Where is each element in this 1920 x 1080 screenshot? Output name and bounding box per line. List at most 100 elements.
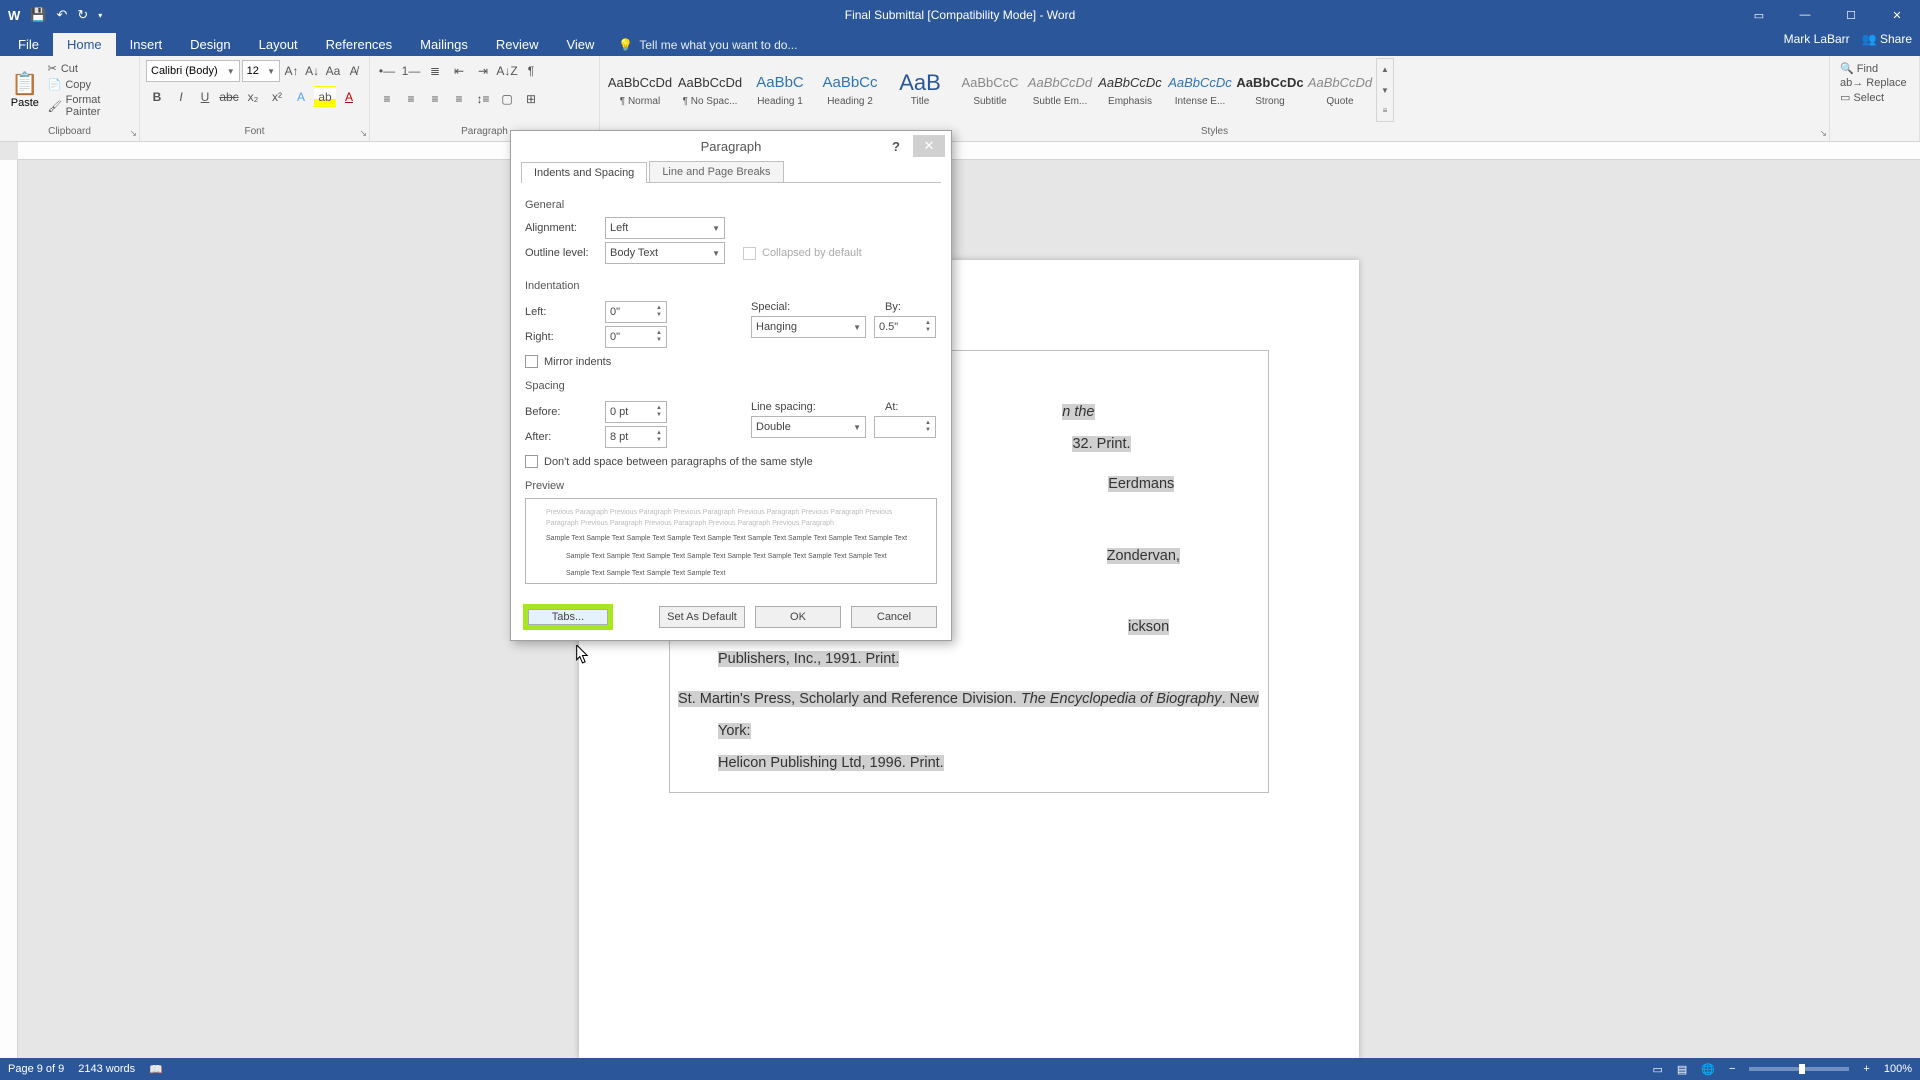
gallery-expand-icon[interactable]: ≡ — [1377, 100, 1393, 121]
tab-insert[interactable]: Insert — [116, 33, 177, 56]
spin-down-icon[interactable]: ▼ — [656, 312, 662, 319]
tabs-button[interactable]: Tabs... — [525, 606, 611, 628]
tab-file[interactable]: File — [4, 33, 53, 56]
maximize-button[interactable]: ☐ — [1828, 0, 1874, 30]
dialog-close-button[interactable]: ✕ — [913, 135, 945, 157]
alignment-select[interactable]: Left▼ — [605, 217, 725, 239]
copy-button[interactable]: 📄Copy — [48, 78, 133, 91]
cancel-button[interactable]: Cancel — [851, 606, 937, 628]
at-input[interactable]: ▲▼ — [874, 416, 936, 438]
styles-launcher-icon[interactable]: ↘ — [1819, 128, 1827, 139]
tab-home[interactable]: Home — [53, 33, 116, 56]
spin-down-icon[interactable]: ▼ — [656, 337, 662, 344]
style-no-spacing[interactable]: AaBbCcDd¶ No Spac... — [676, 58, 744, 118]
page-scroll[interactable]: Bibliogr xxxxxxxxxxxxxxxxxxxxxxxxxxxxxxx… — [18, 160, 1920, 1058]
style-subtitle[interactable]: AaBbCcCSubtitle — [956, 58, 1024, 118]
style-intense-emphasis[interactable]: AaBbCcDcIntense E... — [1166, 58, 1234, 118]
page-indicator[interactable]: Page 9 of 9 — [8, 1063, 64, 1075]
qat-dropdown-icon[interactable]: ▾ — [98, 11, 102, 20]
left-indent-input[interactable]: 0"▲▼ — [605, 301, 667, 323]
set-default-button[interactable]: Set As Default — [659, 606, 745, 628]
multilevel-button[interactable]: ≣ — [424, 60, 446, 82]
style-quote[interactable]: AaBbCcDdQuote — [1306, 58, 1374, 118]
align-center-button[interactable]: ≡ — [400, 88, 422, 110]
print-layout-icon[interactable]: ▤ — [1677, 1063, 1687, 1076]
superscript-button[interactable]: x² — [266, 86, 288, 108]
numbering-button[interactable]: 1― — [400, 60, 422, 82]
clear-format-button[interactable]: A̸ — [344, 60, 363, 82]
ok-button[interactable]: OK — [755, 606, 841, 628]
special-select[interactable]: Hanging▼ — [751, 316, 866, 338]
tab-design[interactable]: Design — [176, 33, 244, 56]
dialog-titlebar[interactable]: Paragraph ? ✕ — [511, 131, 951, 161]
bullets-button[interactable]: •― — [376, 60, 398, 82]
spin-down-icon[interactable]: ▼ — [925, 427, 931, 434]
replace-button[interactable]: ab→ Replace — [1840, 77, 1909, 89]
line-spacing-button[interactable]: ↕≡ — [472, 88, 494, 110]
spin-down-icon[interactable]: ▼ — [656, 412, 662, 419]
before-input[interactable]: 0 pt▲▼ — [605, 401, 667, 423]
mirror-indents-checkbox[interactable]: Mirror indents — [525, 355, 937, 368]
word-count[interactable]: 2143 words — [78, 1063, 135, 1075]
font-name-select[interactable]: Calibri (Body)▼ — [146, 60, 240, 82]
style-emphasis[interactable]: AaBbCcDcEmphasis — [1096, 58, 1164, 118]
redo-icon[interactable]: ↻ — [77, 7, 88, 23]
find-button[interactable]: 🔍 Find — [1840, 62, 1909, 75]
dec-indent-button[interactable]: ⇤ — [448, 60, 470, 82]
after-input[interactable]: 8 pt▲▼ — [605, 426, 667, 448]
gallery-up-icon[interactable]: ▲ — [1377, 59, 1393, 80]
tab-indents-spacing[interactable]: Indents and Spacing — [521, 162, 647, 183]
spin-up-icon[interactable]: ▲ — [656, 430, 662, 437]
italic-button[interactable]: I — [170, 86, 192, 108]
read-mode-icon[interactable]: ▭ — [1652, 1063, 1662, 1076]
sort-button[interactable]: A↓Z — [496, 60, 518, 82]
tell-me-search[interactable]: 💡 Tell me what you want to do... — [618, 38, 797, 56]
align-right-button[interactable]: ≡ — [424, 88, 446, 110]
spin-up-icon[interactable]: ▲ — [925, 420, 931, 427]
ribbon-display-icon[interactable]: ▭ — [1736, 0, 1782, 30]
tab-references[interactable]: References — [312, 33, 406, 56]
inc-indent-button[interactable]: ⇥ — [472, 60, 494, 82]
paste-button[interactable]: 📋 Paste — [6, 58, 44, 122]
subscript-button[interactable]: x₂ — [242, 86, 264, 108]
font-size-select[interactable]: 12▼ — [242, 60, 280, 82]
style-subtle-emphasis[interactable]: AaBbCcDdSubtle Em... — [1026, 58, 1094, 118]
undo-icon[interactable]: ↶ — [56, 7, 67, 23]
style-title[interactable]: AaBTitle — [886, 58, 954, 118]
save-icon[interactable]: 💾 — [30, 7, 46, 23]
style-normal[interactable]: AaBbCcDd¶ Normal — [606, 58, 674, 118]
style-heading2[interactable]: AaBbCcHeading 2 — [816, 58, 884, 118]
spin-up-icon[interactable]: ▲ — [925, 320, 931, 327]
cut-button[interactable]: ✂Cut — [48, 62, 133, 75]
font-launcher-icon[interactable]: ↘ — [359, 128, 367, 139]
clipboard-launcher-icon[interactable]: ↘ — [129, 128, 137, 139]
zoom-level[interactable]: 100% — [1884, 1063, 1912, 1075]
justify-button[interactable]: ≡ — [448, 88, 470, 110]
minimize-button[interactable]: — — [1782, 0, 1828, 30]
text-effects-button[interactable]: A — [290, 86, 312, 108]
tab-line-page-breaks[interactable]: Line and Page Breaks — [649, 161, 783, 182]
tab-review[interactable]: Review — [482, 33, 553, 56]
style-strong[interactable]: AaBbCcDcStrong — [1236, 58, 1304, 118]
tab-mailings[interactable]: Mailings — [406, 33, 482, 56]
web-layout-icon[interactable]: 🌐 — [1701, 1063, 1715, 1076]
spin-up-icon[interactable]: ▲ — [656, 405, 662, 412]
user-name[interactable]: Mark LaBarr — [1784, 32, 1850, 46]
spin-up-icon[interactable]: ▲ — [656, 305, 662, 312]
select-button[interactable]: ▭ Select — [1840, 91, 1909, 104]
align-left-button[interactable]: ≡ — [376, 88, 398, 110]
zoom-out-button[interactable]: − — [1729, 1063, 1735, 1075]
showmarks-button[interactable]: ¶ — [520, 60, 542, 82]
tab-view[interactable]: View — [552, 33, 608, 56]
tab-layout[interactable]: Layout — [245, 33, 312, 56]
spin-down-icon[interactable]: ▼ — [925, 327, 931, 334]
dialog-help-button[interactable]: ? — [883, 135, 909, 157]
shading-button[interactable]: ▢ — [496, 88, 518, 110]
proofing-icon[interactable]: 📖 — [149, 1063, 163, 1076]
line-spacing-select[interactable]: Double▼ — [751, 416, 866, 438]
vertical-ruler[interactable] — [0, 160, 18, 1058]
grow-font-button[interactable]: A↑ — [282, 60, 301, 82]
outline-select[interactable]: Body Text▼ — [605, 242, 725, 264]
underline-button[interactable]: U — [194, 86, 216, 108]
style-heading1[interactable]: AaBbCHeading 1 — [746, 58, 814, 118]
